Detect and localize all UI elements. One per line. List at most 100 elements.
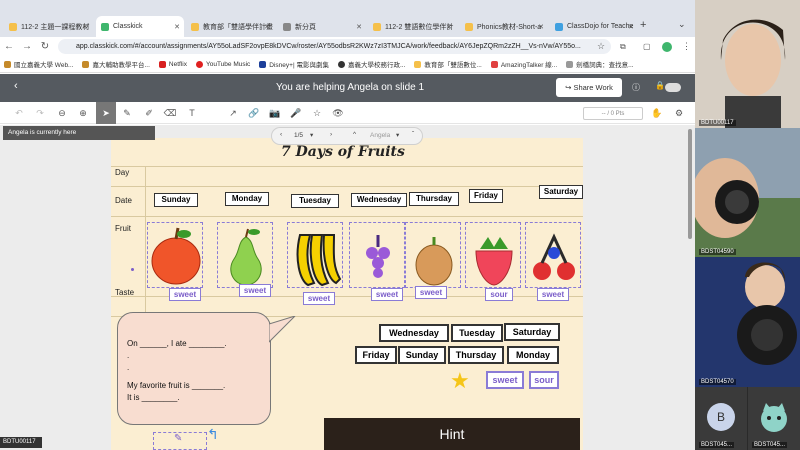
taste-card[interactable]: sweet bbox=[169, 288, 201, 301]
bookmark-item[interactable]: 國立嘉義大學 Web... bbox=[4, 59, 73, 69]
video-tile[interactable]: BDST04590 bbox=[695, 128, 800, 257]
day-card-monday-bank[interactable]: Monday bbox=[507, 346, 559, 364]
day-card-friday-bank[interactable]: Friday bbox=[355, 346, 397, 364]
day-card-friday[interactable]: Friday bbox=[469, 189, 503, 203]
pencil-box[interactable]: ✎ bbox=[153, 432, 207, 450]
tab-1[interactable]: Classkick ✕ bbox=[96, 16, 184, 37]
video-tile[interactable]: BDST04570 bbox=[695, 257, 800, 387]
pointer-tool-icon[interactable]: ➤ bbox=[96, 102, 116, 124]
fruit-cell[interactable] bbox=[217, 222, 273, 288]
redo-icon[interactable]: ↷ bbox=[33, 106, 47, 120]
zoom-in-icon[interactable]: ⊕ bbox=[76, 106, 90, 120]
prev-student-icon[interactable]: ^ bbox=[353, 131, 356, 138]
day-card-wednesday[interactable]: Wednesday bbox=[351, 193, 407, 207]
slide-canvas[interactable]: 7 Days of Fruits Day Date Fruit Taste Su… bbox=[111, 138, 583, 450]
microphone-icon[interactable]: 🎤 bbox=[289, 106, 303, 120]
sticker-icon[interactable]: ☆ bbox=[310, 106, 324, 120]
scrollbar[interactable] bbox=[688, 129, 692, 239]
points-field[interactable]: -- / 0 Pts bbox=[583, 107, 643, 120]
tab-search-icon[interactable]: ⌄ bbox=[678, 19, 686, 30]
camera-icon[interactable]: 📷 bbox=[268, 106, 282, 120]
share-work-button[interactable]: ↪ Share Work bbox=[556, 78, 622, 97]
day-card-sunday[interactable]: Sunday bbox=[154, 193, 198, 207]
tab-3[interactable]: 新分頁 ✕ bbox=[278, 16, 366, 37]
close-icon[interactable]: ✕ bbox=[264, 23, 270, 31]
hand-icon[interactable]: ✋ bbox=[650, 106, 664, 120]
video-tile[interactable]: BDTU00117 bbox=[695, 0, 800, 128]
bookmark-item[interactable]: 教育部「雙語數位... bbox=[414, 59, 482, 69]
dropdown-icon[interactable]: ▾ bbox=[396, 131, 399, 139]
day-card-saturday-bank[interactable]: Saturday bbox=[504, 323, 560, 341]
fruit-cell[interactable] bbox=[405, 222, 461, 288]
dropdown-icon[interactable]: ▾ bbox=[310, 131, 313, 139]
forward-icon[interactable]: → bbox=[18, 41, 36, 52]
bookmark-item[interactable]: 劍橋詞典：查找意... bbox=[566, 59, 634, 69]
tab-0[interactable]: 112-2 主題一課程教材 ✕ bbox=[4, 16, 92, 37]
bookmark-item[interactable]: YouTube Music bbox=[195, 60, 250, 68]
eraser-icon[interactable]: ⌫ bbox=[163, 106, 177, 120]
taste-card[interactable]: sweet bbox=[239, 284, 271, 297]
taste-option-sweet[interactable]: sweet bbox=[486, 371, 524, 389]
close-icon[interactable]: ✕ bbox=[174, 23, 180, 31]
extensions-icon[interactable]: ⧉ bbox=[620, 42, 626, 52]
day-card-thursday[interactable]: Thursday bbox=[409, 192, 459, 206]
day-card-sunday-bank[interactable]: Sunday bbox=[398, 346, 446, 364]
lock-icon[interactable]: 🔒 bbox=[655, 81, 665, 90]
fruit-cell[interactable] bbox=[465, 222, 521, 288]
day-card-wednesday-bank[interactable]: Wednesday bbox=[379, 324, 449, 342]
fruit-cell[interactable] bbox=[349, 222, 405, 288]
profile-avatar[interactable] bbox=[662, 41, 672, 52]
fruit-cell[interactable] bbox=[287, 222, 343, 288]
info-icon[interactable]: ⓘ bbox=[632, 82, 640, 93]
reload-icon[interactable]: ↻ bbox=[36, 41, 54, 52]
close-icon[interactable]: ✕ bbox=[356, 23, 362, 31]
taste-card[interactable]: sweet bbox=[303, 292, 335, 305]
next-slide-icon[interactable]: › bbox=[330, 131, 332, 138]
menu-icon[interactable]: ⋮ bbox=[682, 41, 691, 52]
student-selector[interactable]: Angela bbox=[370, 132, 390, 139]
taste-option-sour[interactable]: sour bbox=[529, 371, 559, 389]
fruit-cell[interactable] bbox=[525, 222, 581, 288]
taste-card[interactable]: sweet bbox=[415, 286, 447, 299]
tab-5[interactable]: Phonics教材-Short-a ✕ bbox=[460, 16, 548, 37]
tab-4[interactable]: 112-2 雙語數位學伴計 ✕ bbox=[368, 16, 456, 37]
bookmark-item[interactable]: Netflix bbox=[158, 60, 187, 68]
close-icon[interactable]: ✕ bbox=[628, 23, 634, 31]
text-tool-icon[interactable]: T bbox=[185, 106, 199, 120]
prev-slide-icon[interactable]: ‹ bbox=[280, 131, 282, 138]
taste-card[interactable]: sweet bbox=[537, 288, 569, 301]
day-card-thursday-bank[interactable]: Thursday bbox=[448, 346, 504, 364]
close-icon[interactable]: ✕ bbox=[538, 23, 544, 31]
close-icon[interactable]: ✕ bbox=[82, 23, 88, 31]
day-card-tuesday-bank[interactable]: Tuesday bbox=[451, 324, 503, 342]
bookmark-item[interactable]: 嘉大輔助教學平台... bbox=[82, 59, 150, 69]
link-icon[interactable]: 🔗 bbox=[247, 106, 261, 120]
tab-6[interactable]: ClassDojo for Teache ✕ bbox=[550, 16, 638, 37]
video-tile[interactable]: BDST045... bbox=[748, 387, 800, 450]
eye-icon[interactable]: 👁 bbox=[331, 106, 345, 120]
taste-card[interactable]: sour bbox=[485, 288, 513, 301]
settings-icon[interactable]: ⚙ bbox=[672, 106, 686, 120]
fruit-cell[interactable] bbox=[147, 222, 203, 288]
close-icon[interactable]: ✕ bbox=[446, 23, 452, 31]
toggle-switch[interactable] bbox=[665, 83, 681, 92]
line-tool-icon[interactable]: ↗ bbox=[226, 106, 240, 120]
address-bar[interactable]: app.classkick.com/#/account/assignments/… bbox=[58, 39, 611, 54]
tab-2[interactable]: 教育部「雙語學伴計畫 ✕ bbox=[186, 16, 274, 37]
video-tile[interactable]: B BDST045... bbox=[695, 387, 747, 450]
sidebar-icon[interactable]: ▢ bbox=[643, 42, 651, 51]
bookmark-item[interactable]: 嘉義大學校務行政... bbox=[337, 59, 405, 69]
bookmark-star-icon[interactable]: ☆ bbox=[597, 41, 605, 52]
highlighter-icon[interactable]: ✐ bbox=[142, 106, 156, 120]
hint-button[interactable]: Hint bbox=[324, 418, 580, 450]
new-tab-icon[interactable]: + bbox=[640, 19, 646, 31]
back-icon[interactable]: ← bbox=[0, 41, 18, 52]
day-card-saturday[interactable]: Saturday bbox=[539, 185, 583, 199]
day-card-tuesday[interactable]: Tuesday bbox=[291, 194, 339, 208]
undo-icon[interactable]: ↶ bbox=[12, 106, 26, 120]
pen-icon[interactable]: ✎ bbox=[120, 106, 134, 120]
day-card-monday[interactable]: Monday bbox=[225, 192, 269, 206]
zoom-out-icon[interactable]: ⊖ bbox=[55, 106, 69, 120]
bookmark-item[interactable]: Disney+| 電影與劇集 bbox=[259, 59, 329, 69]
back-arrow-icon[interactable]: ‹ bbox=[14, 80, 18, 92]
